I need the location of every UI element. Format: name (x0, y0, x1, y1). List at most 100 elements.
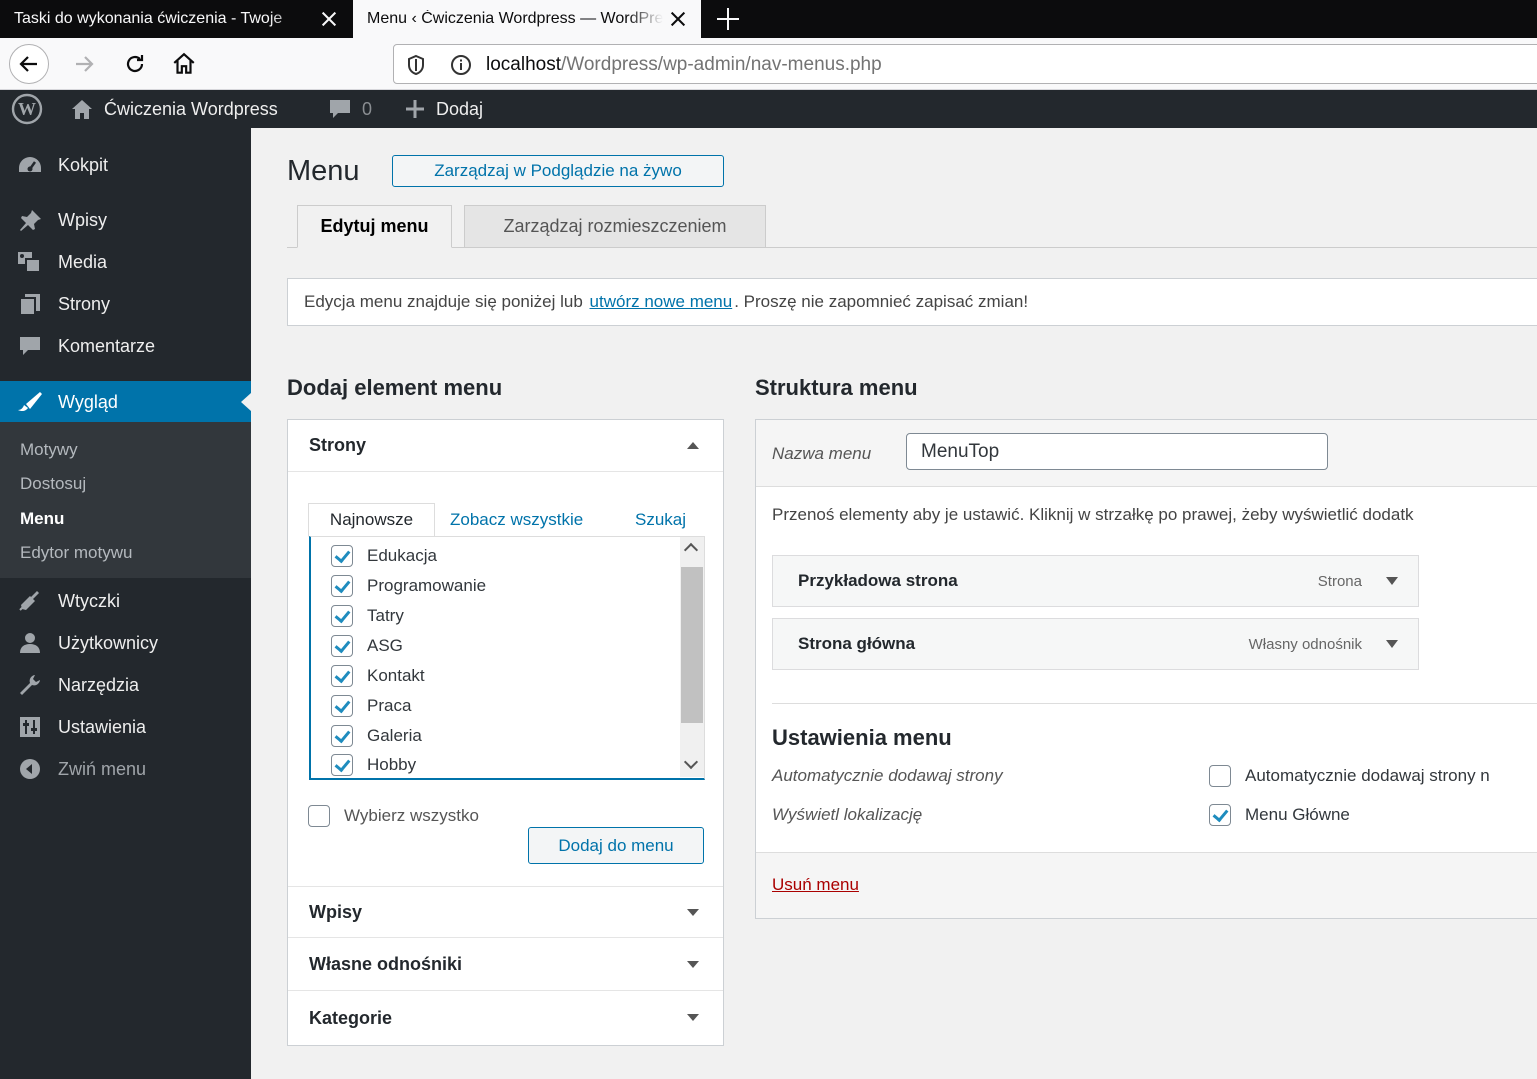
add-to-menu-button[interactable]: Dodaj do menu (528, 827, 704, 864)
auto-add-option[interactable]: Automatycznie dodawaj strony n (1209, 765, 1490, 787)
auto-add-checkbox[interactable] (1209, 765, 1231, 787)
sidebar-item-label: Media (58, 251, 108, 272)
site-name-link[interactable]: Ćwiczenia Wordpress (70, 90, 278, 128)
sidebar-item-uzytkownicy[interactable]: Użytkownicy (0, 623, 251, 663)
browser-tab-menu[interactable]: Menu ‹ Ćwiczenia Wordpress — WordPress (353, 0, 701, 38)
list-item[interactable]: Programowanie (331, 573, 486, 599)
checkbox[interactable] (331, 605, 353, 627)
forward-button[interactable] (64, 44, 104, 84)
submenu-item-menu[interactable]: Menu (20, 509, 64, 529)
list-item[interactable]: Tatry (331, 603, 404, 629)
submenu-item-edytor-motywu[interactable]: Edytor motywu (20, 543, 132, 563)
select-all-checkbox[interactable] (308, 805, 330, 827)
reload-button[interactable] (115, 44, 155, 84)
tab-most-recent[interactable]: Najnowsze (308, 503, 435, 537)
scrollbar-thumb[interactable] (681, 567, 703, 723)
submenu-item-motywy[interactable]: Motywy (20, 440, 78, 460)
list-item[interactable]: Praca (331, 693, 411, 719)
dashboard-icon (16, 153, 44, 177)
manage-live-preview-button[interactable]: Zarządzaj w Podglądzie na żywo (392, 155, 724, 187)
panel-custom-links-header[interactable]: Własne odnośniki (288, 939, 723, 991)
close-icon[interactable] (320, 10, 338, 28)
list-item[interactable]: ASG (331, 633, 403, 659)
sidebar-item-label: Wpisy (58, 209, 107, 230)
sidebar-item-wyglad[interactable]: Wygląd (0, 381, 251, 423)
sidebar-item-label: Wtyczki (58, 590, 120, 611)
home-button[interactable] (164, 44, 204, 84)
create-new-menu-link[interactable]: utwórz nowe menu (590, 292, 733, 312)
panel-pages-header[interactable]: Strony (288, 420, 723, 472)
info-notice: Edycja menu znajduje się poniżej lub utw… (287, 278, 1537, 326)
sidebar-item-wpisy[interactable]: Wpisy (0, 200, 251, 240)
new-tab-plus-icon[interactable] (716, 7, 740, 31)
checkbox[interactable] (331, 754, 353, 776)
menu-entry[interactable]: Strona główna Własny odnośnik (772, 618, 1419, 670)
sidebar-item-label: Kokpit (58, 154, 109, 175)
sidebar-item-strony[interactable]: Strony (0, 284, 251, 324)
sidebar-item-kokpit[interactable]: Kokpit (0, 145, 251, 185)
tab-title: Menu ‹ Ćwiczenia Wordpress — WordPress (367, 10, 663, 27)
delete-menu-link[interactable]: Usuń menu (772, 875, 859, 895)
back-button[interactable] (9, 44, 49, 84)
list-item[interactable]: Galeria (331, 723, 422, 749)
menu-structure-heading: Struktura menu (755, 375, 918, 400)
url-bar[interactable]: localhost/Wordpress/wp-admin/nav-menus.p… (393, 44, 1537, 84)
submenu-item-dostosuj[interactable]: Dostosuj (20, 474, 86, 494)
close-icon[interactable] (669, 10, 687, 28)
checkbox[interactable] (331, 725, 353, 747)
shield-icon[interactable] (406, 54, 426, 76)
menu-name-input[interactable]: MenuTop (906, 433, 1328, 470)
tab-manage-locations[interactable]: Zarządzaj rozmieszczeniem (464, 205, 766, 248)
browser-tab-tasks[interactable]: Taski do wykonania ćwiczenia - Twoje (0, 0, 352, 38)
list-item[interactable]: Edukacja (331, 543, 437, 569)
auto-add-label: Automatycznie dodawaj strony (772, 766, 1003, 785)
collapse-menu-button[interactable]: Zwiń menu (0, 749, 251, 789)
sidebar-item-media[interactable]: Media (0, 242, 251, 282)
list-scrollbar[interactable] (680, 537, 704, 777)
location-label: Wyświetl lokalizację (772, 805, 923, 824)
tab-view-all[interactable]: Zobacz wszystkie (450, 503, 583, 537)
select-all-label: Wybierz wszystko (344, 806, 479, 825)
menu-entry[interactable]: Przykładowa strona Strona (772, 555, 1419, 607)
chevron-down-icon[interactable] (683, 754, 699, 770)
page-label: Hobby (367, 755, 417, 774)
info-icon[interactable] (450, 54, 472, 76)
panel-posts-header[interactable]: Wpisy (288, 886, 723, 938)
new-content-link[interactable]: Dodaj (404, 90, 483, 128)
checkbox[interactable] (331, 665, 353, 687)
notice-text-end: . Proszę nie zapomnieć zapisać zmian! (734, 292, 1029, 311)
panel-title: Wpisy (309, 901, 363, 922)
sidebar-item-ustawienia[interactable]: Ustawienia (0, 707, 251, 747)
page-label: Programowanie (367, 576, 487, 595)
sidebar-item-komentarze[interactable]: Komentarze (0, 326, 251, 366)
checkbox[interactable] (331, 695, 353, 717)
site-name: Ćwiczenia Wordpress (104, 98, 278, 119)
chevron-down-icon[interactable] (1386, 577, 1398, 585)
wordpress-logo-button[interactable]: W (10, 90, 44, 128)
checkbox[interactable] (331, 635, 353, 657)
tab-edit-menu[interactable]: Edytuj menu (297, 205, 452, 248)
panel-title: Strony (309, 435, 367, 455)
location-checkbox[interactable] (1209, 804, 1231, 826)
url-text[interactable]: localhost/Wordpress/wp-admin/nav-menus.p… (486, 54, 882, 76)
panel-categories-header[interactable]: Kategorie (288, 992, 723, 1044)
menu-settings-heading: Ustawienia menu (772, 725, 952, 750)
wordpress-logo-icon: W (11, 93, 43, 125)
list-item[interactable]: Hobby (331, 752, 416, 778)
chevron-up-icon[interactable] (683, 542, 699, 558)
comments-link[interactable]: 0 (328, 90, 372, 128)
users-icon (16, 631, 44, 655)
checkbox[interactable] (331, 575, 353, 597)
sidebar-item-wtyczki[interactable]: Wtyczki (0, 581, 251, 621)
sidebar-item-narzedzia[interactable]: Narzędzia (0, 665, 251, 705)
list-item[interactable]: Kontakt (331, 663, 425, 689)
tab-search[interactable]: Szukaj (635, 503, 686, 537)
pages-subtabs: Najnowsze Zobacz wszystkie Szukaj (308, 503, 704, 537)
pin-icon (16, 208, 44, 232)
location-option[interactable]: Menu Główne (1209, 804, 1350, 826)
select-all-control[interactable]: Wybierz wszystko (308, 805, 479, 827)
checkbox[interactable] (331, 545, 353, 567)
sidebar-item-label: Użytkownicy (58, 632, 159, 653)
pages-icon (16, 292, 44, 316)
chevron-down-icon[interactable] (1386, 640, 1398, 648)
